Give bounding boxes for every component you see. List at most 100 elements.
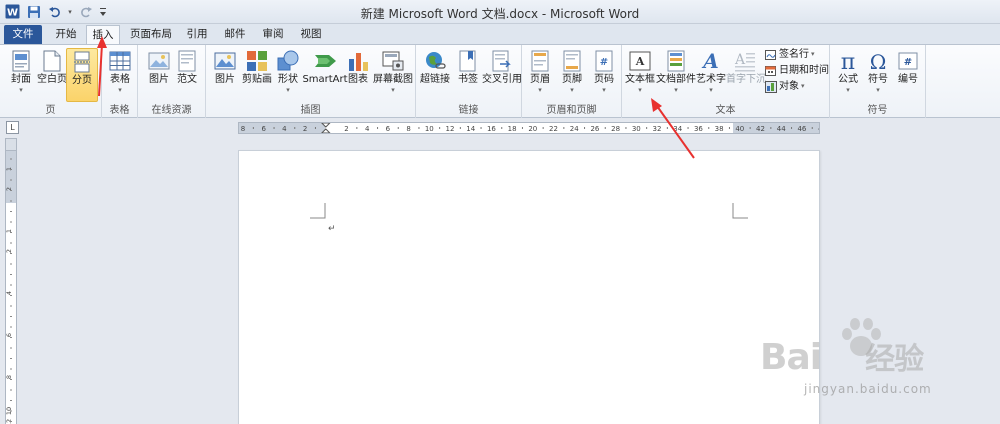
- template-icon: [176, 50, 198, 72]
- clipart-button[interactable]: 剪贴画: [238, 48, 276, 100]
- svg-text:A: A: [701, 50, 719, 72]
- ruler-tick-label: 34: [673, 125, 682, 133]
- quick-parts-icon: [665, 50, 687, 72]
- title-bar: W ▾ 新建 Microsoft Word 文档.docx - Microsof…: [0, 0, 1000, 24]
- group-header-footer-label: 页眉和页脚: [546, 105, 597, 116]
- page-break-button[interactable]: 分页: [66, 48, 98, 102]
- online-picture-icon: [148, 50, 170, 72]
- numbering-button[interactable]: # 编号: [892, 48, 924, 100]
- signature-line-button[interactable]: 签名行 ▾: [765, 47, 815, 62]
- page-number-button[interactable]: # 页码 ▾: [588, 48, 620, 100]
- ruler-tick-label: 18: [508, 125, 517, 133]
- ruler-tick-label: 40: [735, 125, 744, 133]
- clipart-icon: [246, 50, 268, 72]
- baidu-watermark: Bai 经验 jingyan.baidu.com: [760, 312, 990, 412]
- vertical-ruler-margin: [5, 138, 17, 150]
- header-button[interactable]: 页眉 ▾: [524, 48, 556, 100]
- tab-stop-selector[interactable]: L: [6, 121, 19, 134]
- tab-mailings[interactable]: 邮件: [218, 25, 252, 44]
- hyperlink-button[interactable]: 超链接: [417, 48, 453, 100]
- tab-view[interactable]: 视图: [294, 25, 328, 44]
- margin-corner-top-right: [732, 203, 748, 219]
- object-icon: [765, 80, 777, 93]
- numbering-icon: #: [897, 50, 919, 72]
- ruler-tick-label: 22: [549, 125, 558, 133]
- ruler-tick-label: 48: [818, 125, 819, 133]
- ruler-tick-label: 12: [446, 125, 455, 133]
- tab-home[interactable]: 开始: [48, 25, 84, 44]
- window-title: 新建 Microsoft Word 文档.docx - Microsoft Wo…: [360, 7, 640, 21]
- wordart-icon: A: [700, 50, 722, 72]
- dropcap-icon: A: [734, 50, 756, 72]
- svg-text:A: A: [635, 55, 645, 68]
- shapes-button[interactable]: 形状 ▾: [273, 48, 303, 100]
- group-pages-label: 页: [45, 105, 56, 116]
- vertical-ruler[interactable]: 12124681012: [5, 150, 17, 424]
- header-icon: [529, 50, 551, 72]
- ruler-tick-label: 10: [425, 125, 434, 133]
- ruler-tick-label: 44: [777, 125, 786, 133]
- dropcap-button[interactable]: A 首字下沉: [726, 48, 766, 100]
- template-button[interactable]: 范文: [168, 48, 206, 100]
- cross-reference-button[interactable]: 交叉引用: [482, 48, 522, 100]
- vertical-ruler-label: 8: [6, 375, 13, 379]
- ruler-tick-label: 26: [590, 125, 599, 133]
- footer-icon: [561, 50, 583, 72]
- signature-icon: [765, 49, 777, 61]
- group-text-label: 文本: [715, 105, 736, 116]
- horizontal-ruler[interactable]: 8 6 4 2 2 4 6 8 10 12 14 16 18 20 22 24 26 28 30 32 34 36 38 40…: [238, 122, 820, 134]
- svg-text:A: A: [734, 52, 746, 68]
- tab-references[interactable]: 引用: [180, 25, 214, 44]
- tab-file[interactable]: 文件: [4, 25, 42, 44]
- date-time-button[interactable]: 日期和时间: [765, 63, 829, 78]
- paragraph-mark: ↵: [328, 224, 336, 234]
- ruler-tick-label: 30: [632, 125, 641, 133]
- ruler-tick-label: 4: [365, 125, 370, 133]
- shapes-icon: [277, 50, 299, 72]
- document-page[interactable]: ↵: [238, 150, 820, 424]
- ruler-tick-label: 8: [241, 125, 245, 133]
- textbox-icon: A: [629, 50, 651, 72]
- chart-icon: [347, 50, 369, 72]
- tab-review[interactable]: 审阅: [256, 25, 290, 44]
- object-button[interactable]: 对象 ▾: [765, 79, 805, 94]
- group-tables: 表格 ▾ 表格: [102, 45, 138, 118]
- group-illustrations-label: 插图: [300, 105, 321, 116]
- chart-button[interactable]: 图表: [344, 48, 372, 100]
- tab-insert[interactable]: 插入: [86, 25, 120, 44]
- textbox-button[interactable]: A 文本框 ▾: [623, 48, 657, 100]
- vertical-ruler-label: 2: [6, 249, 13, 253]
- page-break-icon: [71, 51, 93, 73]
- group-header-footer: 页眉 ▾ 页脚 ▾ # 页码 ▾ 页眉和页脚: [522, 45, 622, 118]
- table-button[interactable]: 表格 ▾: [102, 48, 138, 100]
- ruler-tick-label: 8: [406, 125, 410, 133]
- footer-button[interactable]: 页脚 ▾: [556, 48, 588, 100]
- vertical-ruler-label: 4: [6, 291, 13, 295]
- group-tables-label: 表格: [109, 105, 130, 116]
- ruler-tick-label: 16: [487, 125, 496, 133]
- tab-page-layout[interactable]: 页面布局: [126, 25, 176, 44]
- ribbon-tabs: 文件 开始 插入 页面布局 引用 邮件 审阅 视图: [0, 24, 1000, 44]
- smartart-button[interactable]: SmartArt: [302, 48, 348, 100]
- blank-page-icon: [41, 50, 63, 72]
- svg-text:Ω: Ω: [870, 50, 887, 72]
- quick-parts-button[interactable]: 文档部件 ▾: [656, 48, 696, 100]
- symbol-button[interactable]: Ω 符号 ▾: [862, 48, 894, 100]
- ruler-row: L 8 6 4 2 2 4 6 8 10 12 14 16 18 20 22 24 26 28 30 32 34 36 38…: [0, 118, 1000, 136]
- svg-text:#: #: [904, 57, 912, 68]
- pi-icon: π: [837, 50, 859, 72]
- vertical-ruler-label: 6: [6, 333, 13, 337]
- watermark-url: jingyan.baidu.com: [804, 382, 932, 396]
- ruler-tick-label: 28: [611, 125, 620, 133]
- cover-page-icon: [10, 50, 32, 72]
- ruler-tick-label: 4: [282, 125, 287, 133]
- equation-button[interactable]: π 公式 ▾: [832, 48, 864, 100]
- screenshot-button[interactable]: 屏幕截图 ▾: [372, 48, 414, 100]
- ruler-tick-label: 32: [653, 125, 662, 133]
- bookmark-button[interactable]: 书签: [454, 48, 482, 100]
- smartart-icon: [314, 50, 336, 72]
- ruler-tick-label: 2: [303, 125, 307, 133]
- ruler-tick-label: 14: [466, 125, 475, 133]
- page-number-icon: #: [593, 50, 615, 72]
- wordart-button[interactable]: A 艺术字 ▾: [696, 48, 726, 100]
